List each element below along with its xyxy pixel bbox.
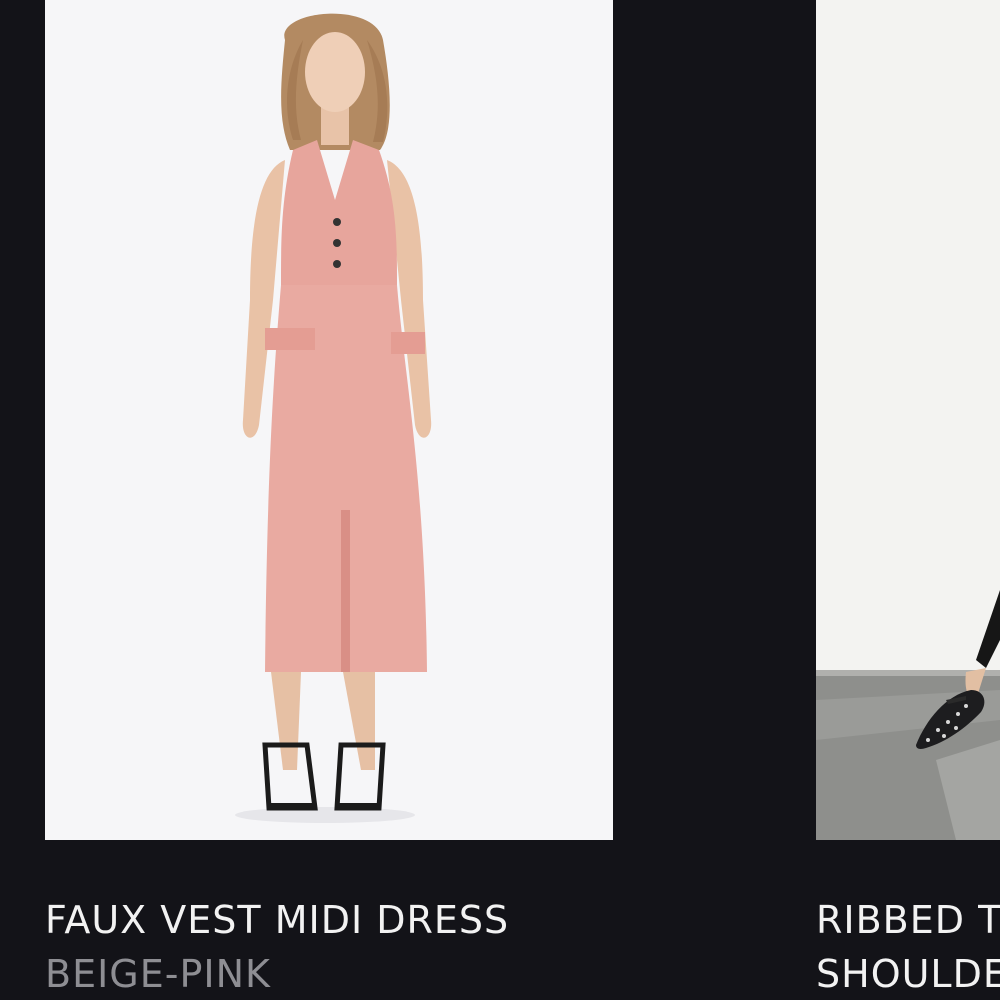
product-color: BEIGE-PINK bbox=[45, 952, 271, 996]
product-card[interactable]: RIBBED T SHOULDE bbox=[816, 0, 1000, 996]
product-color: SHOULDE bbox=[816, 952, 1000, 996]
model-pink-dress-illustration bbox=[235, 13, 432, 823]
product-carousel[interactable]: FAUX VEST MIDI DRESS BEIGE-PINK RIBBED T… bbox=[0, 0, 1000, 1000]
product-name[interactable]: FAUX VEST MIDI DRESS bbox=[45, 898, 509, 942]
product-image[interactable] bbox=[45, 0, 613, 840]
product-card[interactable]: FAUX VEST MIDI DRESS BEIGE-PINK bbox=[45, 0, 613, 996]
product-name[interactable]: RIBBED T bbox=[816, 898, 1000, 942]
product-image[interactable] bbox=[816, 0, 1000, 840]
model-studded-flats-illustration bbox=[816, 590, 1000, 840]
